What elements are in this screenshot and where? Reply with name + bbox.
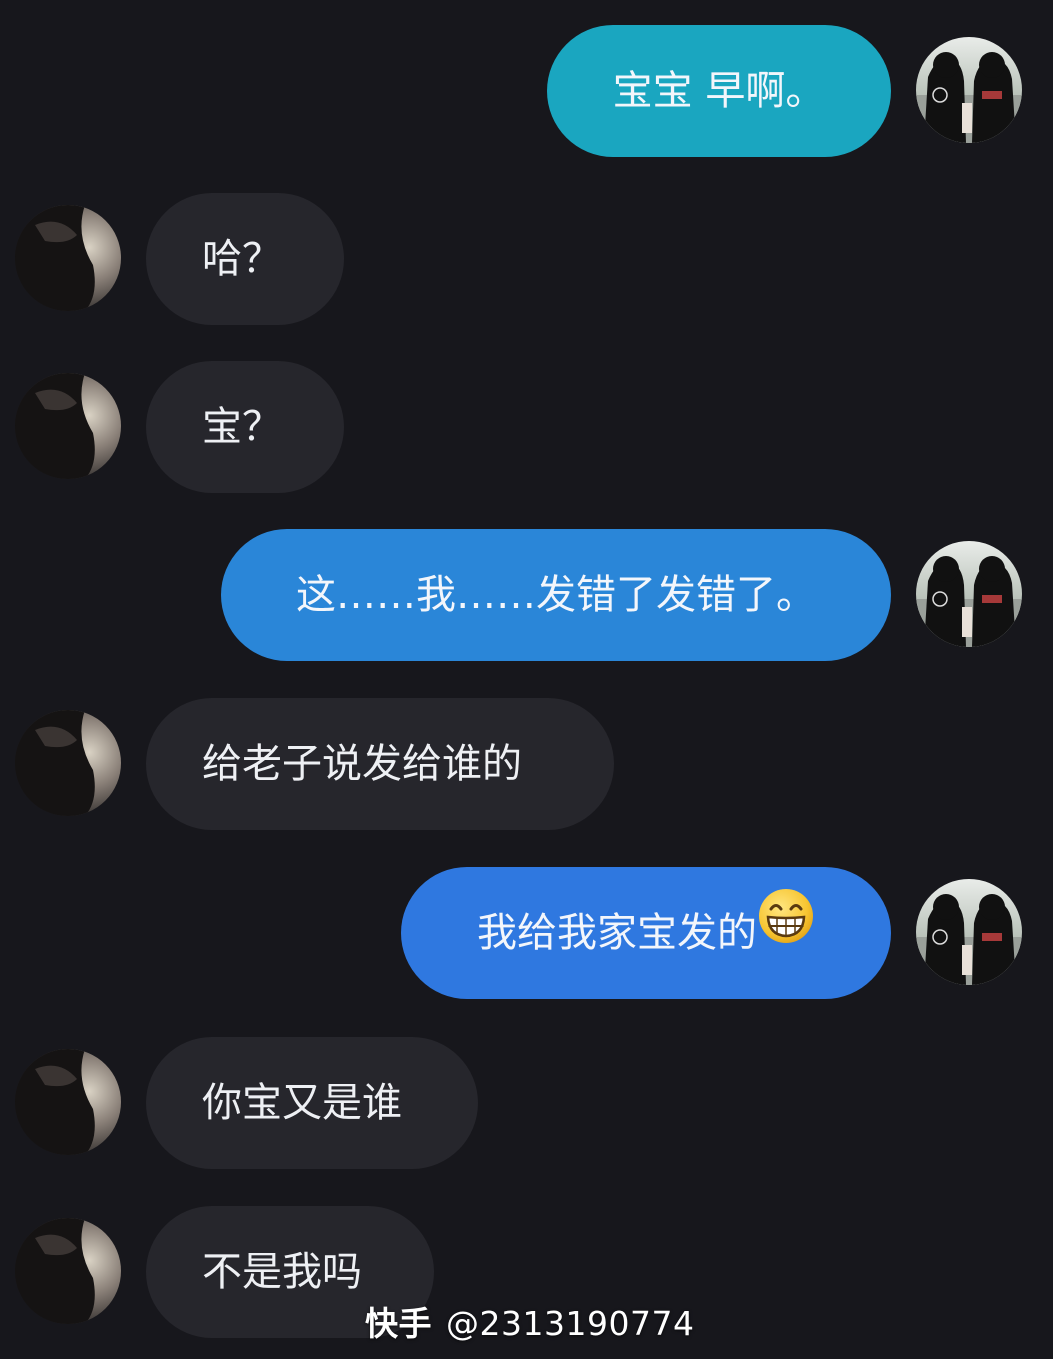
message-row-in-3: 给老子说发给谁的 xyxy=(0,698,1053,830)
incoming-message-bubble[interactable]: 给老子说发给谁的 xyxy=(146,698,614,830)
message-row-out-3: 我给我家宝发的 xyxy=(0,867,1053,999)
watermark-handle: @2313190774 xyxy=(446,1304,695,1343)
grinning-face-icon xyxy=(757,866,815,998)
message-text: 我给我家宝发的 xyxy=(477,910,757,956)
outgoing-message-bubble[interactable]: 我给我家宝发的 xyxy=(401,867,891,999)
incoming-message-bubble[interactable]: 宝？ xyxy=(146,361,344,493)
message-text: 哈？ xyxy=(202,236,282,282)
outgoing-message-bubble[interactable]: 这……我……发错了发错了。 xyxy=(221,529,891,661)
watermark-brand: 快手 xyxy=(365,1304,432,1343)
contact-avatar[interactable] xyxy=(15,205,121,311)
message-row-out-2: 这……我……发错了发错了。 xyxy=(0,529,1053,661)
contact-avatar[interactable] xyxy=(15,373,121,479)
watermark: 快手 @2313190774 xyxy=(365,1297,694,1345)
message-row-in-4: 你宝又是谁 xyxy=(0,1037,1053,1169)
message-text: 不是我吗 xyxy=(202,1249,362,1295)
incoming-message-bubble[interactable]: 你宝又是谁 xyxy=(146,1037,478,1169)
contact-avatar[interactable] xyxy=(15,1049,121,1155)
contact-avatar[interactable] xyxy=(15,710,121,816)
contact-avatar[interactable] xyxy=(15,1218,121,1324)
message-text: 宝宝 早啊。 xyxy=(612,68,826,114)
outgoing-message-bubble[interactable]: 宝宝 早啊。 xyxy=(547,25,891,157)
message-text: 宝？ xyxy=(202,404,282,450)
self-avatar[interactable] xyxy=(916,879,1022,985)
message-text: 你宝又是谁 xyxy=(202,1080,402,1126)
message-row-in-1: 哈？ xyxy=(0,193,1053,325)
self-avatar[interactable] xyxy=(916,541,1022,647)
self-avatar[interactable] xyxy=(916,37,1022,143)
incoming-message-bubble[interactable]: 哈？ xyxy=(146,193,344,325)
message-row-out-1: 宝宝 早啊。 xyxy=(0,25,1053,157)
message-text: 给老子说发给谁的 xyxy=(202,741,522,787)
message-row-in-2: 宝？ xyxy=(0,361,1053,493)
message-text: 这……我……发错了发错了。 xyxy=(296,572,816,618)
